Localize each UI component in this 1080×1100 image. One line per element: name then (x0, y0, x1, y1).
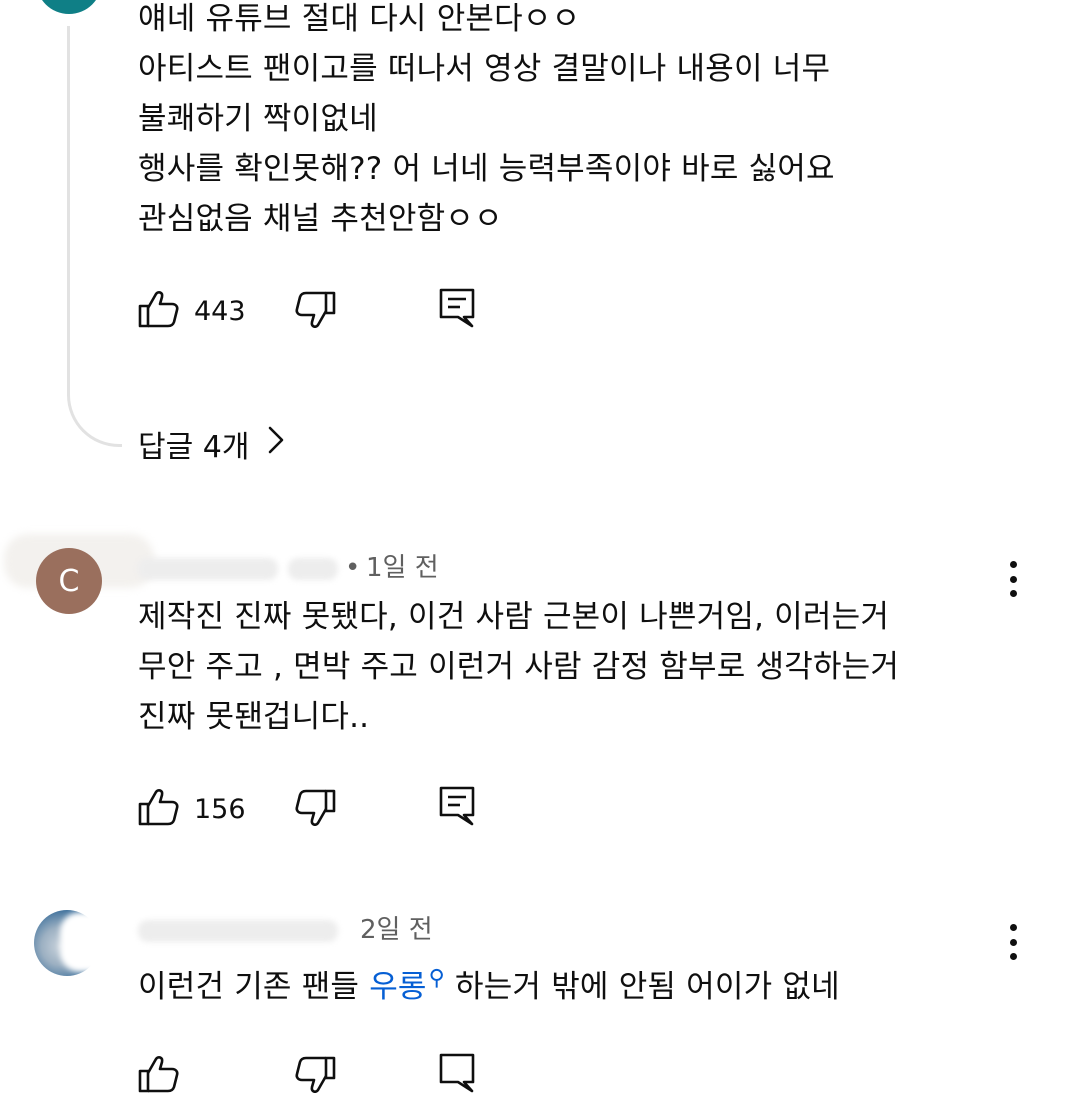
comment-meta: • 1일 전 (138, 550, 458, 586)
reply-button[interactable] (438, 287, 476, 331)
thumbs-up-icon (138, 1053, 180, 1099)
dislike-button[interactable] (294, 289, 336, 333)
avatar[interactable] (36, 0, 102, 14)
reply-button[interactable] (438, 1052, 476, 1096)
like-count: 443 (194, 295, 246, 327)
redacted-username (138, 920, 338, 942)
reply-button[interactable] (438, 785, 476, 829)
comment-text-line: 불쾌하기 짝이없네 (138, 101, 378, 137)
more-vert-icon (1009, 561, 1017, 568)
search-link[interactable]: 우롱 (369, 969, 426, 1005)
comment-timestamp: 2일 전 (360, 915, 433, 945)
thumbs-down-icon (294, 1056, 336, 1100)
like-count: 156 (194, 793, 246, 825)
more-options-button[interactable] (1001, 920, 1025, 964)
more-options-button[interactable] (1001, 557, 1025, 601)
view-replies-button[interactable]: 답글 4개 (138, 422, 287, 466)
comment-reply-icon (438, 786, 476, 831)
search-icon[interactable]: ⚲ (429, 966, 445, 991)
comment-text-line: 진짜 못됀겁니다.. (138, 699, 370, 735)
thumbs-down-icon (294, 291, 336, 335)
redacted-area (60, 912, 110, 972)
comment-timestamp: 1일 전 (366, 553, 439, 583)
more-vert-icon (1009, 924, 1017, 931)
comment-text-line: 무안 주고 , 면박 주고 이런거 사람 감정 함부로 생각하는거 (138, 649, 900, 685)
thread-connector-line (67, 26, 122, 447)
redacted-username (138, 558, 278, 580)
comment-reply-icon (438, 288, 476, 333)
comment-text-line: 아티스트 팬이고를 떠나서 영상 결말이나 내용이 너무 (138, 51, 831, 87)
comment-text-line: 이런건 기존 팬들 우롱⚲ 하는거 밖에 안됨 어이가 없네 (138, 962, 840, 1016)
comment-text-line: 얘네 유튜브 절대 다시 안본다ㅇㅇ (138, 1, 581, 37)
thumbs-down-icon (294, 789, 336, 833)
like-button[interactable]: 443 (138, 289, 246, 333)
redacted-username (288, 558, 338, 580)
comment-text: 이런건 기존 팬들 (138, 969, 370, 1005)
comment-text-line: 행사를 확인못해?? 어 너네 능력부족이야 바로 싫어요 (138, 151, 835, 187)
chevron-right-icon (249, 425, 287, 463)
thumbs-up-icon (138, 786, 180, 832)
meta-separator: • (345, 553, 361, 583)
comment-text-line: 제작진 진짜 못됐다, 이건 사람 근본이 나쁜거임, 이러는거 (138, 599, 890, 635)
replies-label: 답글 4개 (138, 430, 250, 465)
comment-text-line: 관심없음 채널 추천안함ㅇㅇ (138, 201, 503, 237)
avatar-letter: C (58, 563, 80, 599)
dislike-button[interactable] (294, 1054, 336, 1098)
avatar[interactable]: C (36, 548, 102, 614)
thumbs-up-icon (138, 288, 180, 334)
like-button[interactable]: 156 (138, 787, 246, 831)
comment-text: 하는거 밖에 안됨 어이가 없네 (454, 969, 840, 1005)
comment-meta: 2일 전 (138, 912, 458, 948)
dislike-button[interactable] (294, 787, 336, 831)
like-button[interactable] (138, 1054, 180, 1098)
comment-reply-icon (438, 1053, 476, 1098)
